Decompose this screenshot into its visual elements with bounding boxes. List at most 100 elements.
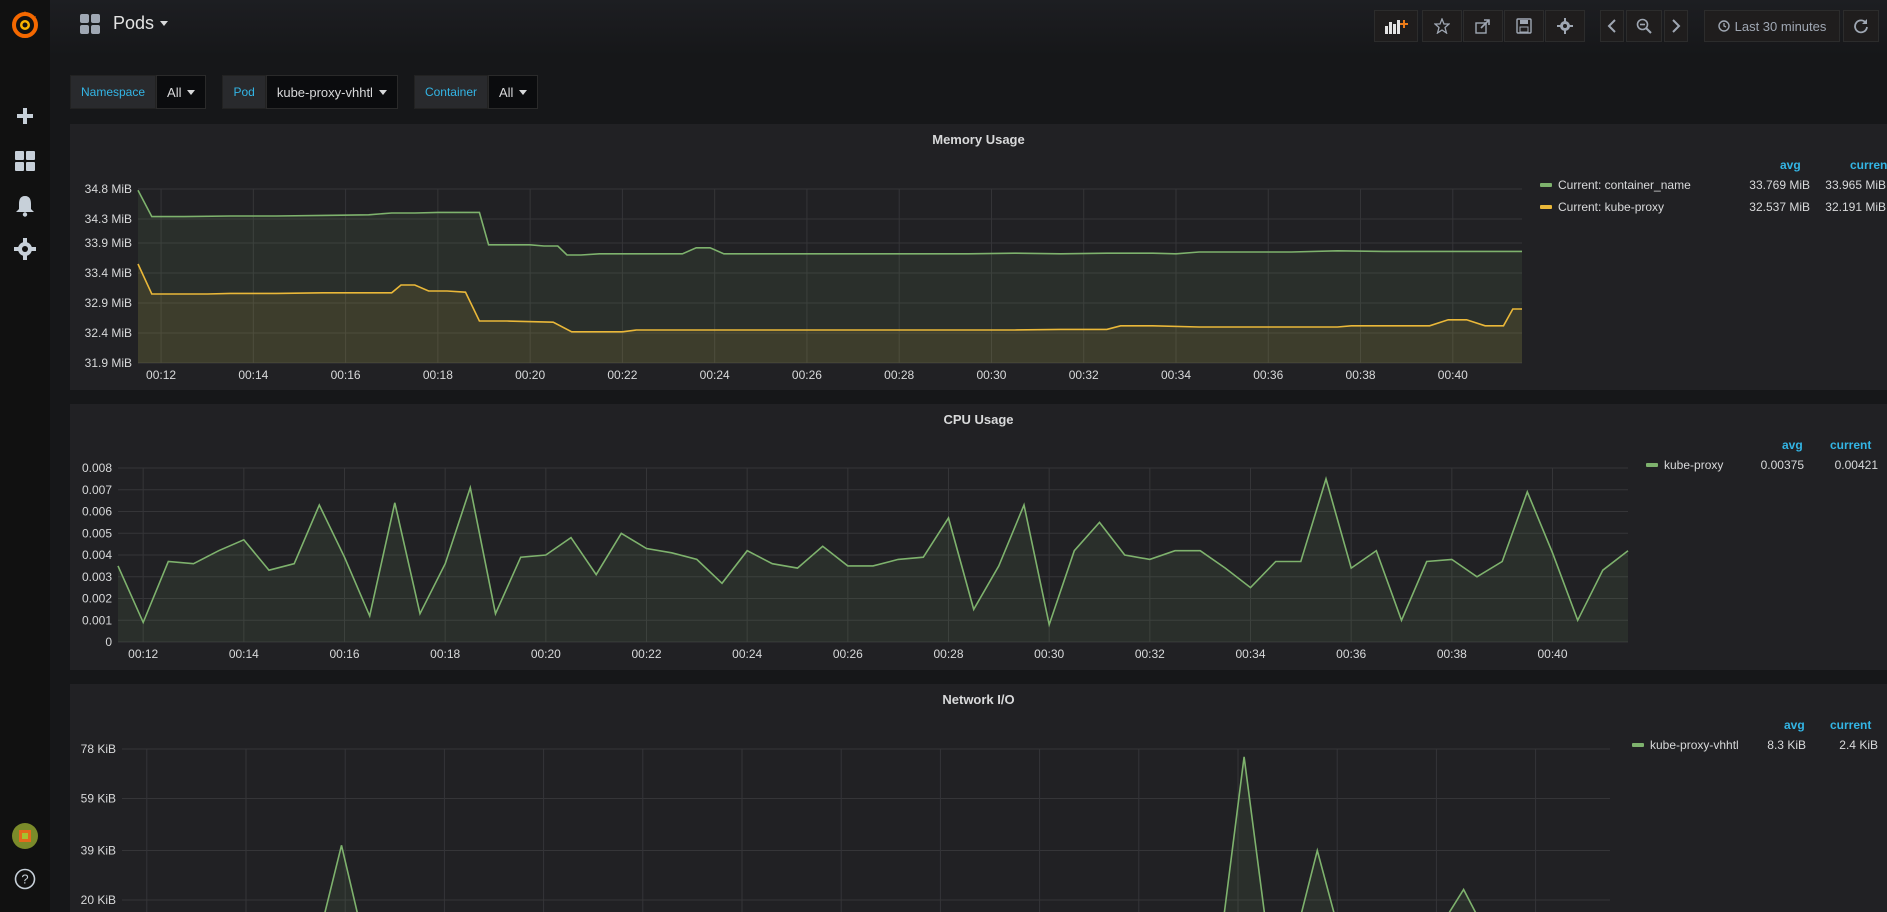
panel-title[interactable]: Memory Usage — [70, 132, 1887, 147]
save-button[interactable] — [1504, 10, 1544, 42]
legend-series-name: Current: kube-proxy — [1558, 200, 1665, 214]
x-tick-label: 00:26 — [833, 647, 863, 661]
help-icon[interactable]: ? — [0, 859, 50, 899]
network-legend: avg current kube-proxy-vhhtl 8.3 KiB 2.4… — [1620, 718, 1880, 778]
gear-icon[interactable] — [0, 229, 50, 269]
x-tick-label: 00:34 — [1235, 647, 1265, 661]
variable-label: Pod — [222, 75, 266, 109]
x-tick-label: 00:32 — [1135, 647, 1165, 661]
y-tick-label: 33.9 MiB — [85, 236, 132, 250]
x-tick-label: 00:40 — [1537, 647, 1567, 661]
variable-label: Container — [413, 75, 488, 109]
x-tick-label: 00:20 — [531, 647, 561, 661]
grafana-logo-icon[interactable] — [0, 5, 50, 45]
cpu-legend: avg current kube-proxy 0.00375 0.00421 — [1630, 438, 1880, 498]
pod-select[interactable]: kube-proxy-vhhtl — [265, 75, 398, 109]
dashboard-title[interactable]: Pods — [113, 13, 154, 34]
x-tick-label: 00:36 — [1253, 368, 1283, 382]
dashboards-icon[interactable] — [0, 141, 50, 181]
sidebar: ? — [0, 0, 50, 912]
y-tick-label: 32.9 MiB — [85, 296, 132, 310]
add-panel-button[interactable] — [1374, 10, 1418, 42]
panel-title[interactable]: CPU Usage — [70, 412, 1887, 427]
time-range-label: Last 30 minutes — [1734, 18, 1827, 34]
caret-down-icon — [160, 21, 169, 26]
cpu-usage-graph[interactable]: 0 0.001 0.002 0.003 0.004 0.005 0.006 0.007 0.00… — [70, 434, 1630, 670]
legend-avg: 33.769 MiB — [1749, 178, 1810, 192]
x-tick-label: 00:38 — [1437, 647, 1467, 661]
panel-memory-usage[interactable]: Memory Usage 31.9 MiB 32.4 MiB 32.9 MiB 33.… — [70, 124, 1887, 390]
legend-series-name: Current: container_name — [1558, 178, 1691, 192]
y-tick-label: 34.3 MiB — [85, 212, 132, 226]
dashboard-picker[interactable]: Pods — [80, 13, 169, 34]
network-io-graph[interactable]: 20 KiB 39 KiB 59 KiB 78 KiB — [70, 714, 1620, 912]
panel-cpu-usage[interactable]: CPU Usage 0 0.001 0.002 0.003 0.004 0.005 0.00… — [70, 404, 1887, 670]
x-tick-label: 00:28 — [884, 368, 914, 382]
x-tick-label: 00:16 — [329, 647, 359, 661]
avatar[interactable] — [0, 816, 50, 856]
x-tick-label: 00:14 — [238, 368, 268, 382]
plus-icon[interactable] — [0, 96, 50, 136]
variable-namespace: Namespace All — [70, 75, 207, 109]
x-tick-label: 00:30 — [976, 368, 1006, 382]
legend-avg: 8.3 KiB — [1767, 738, 1806, 752]
legend-current: 2.4 KiB — [1839, 738, 1878, 752]
zoom-out-icon — [1636, 18, 1652, 34]
x-tick-label: 00:12 — [146, 368, 176, 382]
variable-value: kube-proxy-vhhtl — [276, 84, 373, 100]
x-tick-label: 00:24 — [732, 647, 762, 661]
y-tick-label: 78 KiB — [81, 742, 116, 756]
legend-header-current: current — [1850, 158, 1887, 172]
clock-icon — [1717, 20, 1730, 32]
y-tick-label: 31.9 MiB — [85, 356, 132, 370]
time-picker-button[interactable]: Last 30 minutes — [1704, 10, 1840, 42]
refresh-icon — [1854, 19, 1868, 34]
time-forward-button[interactable] — [1664, 10, 1688, 42]
y-tick-label: 0.003 — [82, 570, 112, 584]
panel-network-io[interactable]: Network I/O 20 KiB 39 KiB 59 KiB 78 KiB avg… — [70, 684, 1887, 912]
x-tick-label: 00:38 — [1346, 368, 1376, 382]
x-tick-label: 00:22 — [631, 647, 661, 661]
x-tick-label: 00:30 — [1034, 647, 1064, 661]
legend-current: 32.191 MiB — [1825, 200, 1886, 214]
panel-title[interactable]: Network I/O — [70, 692, 1887, 707]
y-tick-label: 0.007 — [82, 483, 112, 497]
star-icon — [1434, 18, 1450, 34]
variable-value: All — [167, 84, 182, 100]
share-icon — [1475, 19, 1490, 34]
legend-current: 33.965 MiB — [1825, 178, 1886, 192]
namespace-select[interactable]: All — [156, 75, 207, 109]
x-tick-label: 00:40 — [1438, 368, 1468, 382]
legend-header-avg: avg — [1782, 438, 1803, 452]
star-button[interactable] — [1422, 10, 1462, 42]
x-tick-label: 00:14 — [229, 647, 259, 661]
chevron-right-icon — [1672, 19, 1681, 33]
zoom-out-button[interactable] — [1626, 10, 1662, 42]
x-tick-label: 00:12 — [128, 647, 158, 661]
x-tick-label: 00:18 — [423, 368, 453, 382]
save-icon — [1516, 18, 1532, 34]
y-tick-label: 0.006 — [82, 505, 112, 519]
y-tick-label: 34.8 MiB — [85, 182, 132, 196]
y-tick-label: 0 — [105, 635, 112, 649]
legend-series-name: kube-proxy — [1664, 458, 1724, 472]
legend-current: 0.00421 — [1834, 458, 1878, 472]
time-back-button[interactable] — [1600, 10, 1624, 42]
legend-series-name: kube-proxy-vhhtl — [1650, 738, 1739, 752]
y-tick-label: 0.008 — [82, 461, 112, 475]
legend-swatch — [1632, 743, 1644, 747]
refresh-button[interactable] — [1843, 10, 1879, 42]
settings-button[interactable] — [1545, 10, 1585, 42]
variable-value: All — [498, 84, 514, 100]
y-tick-label: 59 KiB — [81, 791, 116, 805]
y-tick-label: 32.4 MiB — [85, 326, 132, 340]
x-tick-label: 00:16 — [331, 368, 361, 382]
container-select[interactable]: All — [487, 75, 539, 109]
legend-swatch — [1646, 463, 1658, 467]
x-tick-label: 00:34 — [1161, 368, 1191, 382]
share-button[interactable] — [1463, 10, 1503, 42]
x-tick-label: 00:22 — [607, 368, 637, 382]
bell-icon[interactable] — [0, 186, 50, 226]
y-tick-label: 0.001 — [82, 613, 112, 627]
memory-usage-graph[interactable]: 31.9 MiB 32.4 MiB 32.9 MiB 33.4 MiB 33.9 MiB… — [70, 154, 1522, 390]
